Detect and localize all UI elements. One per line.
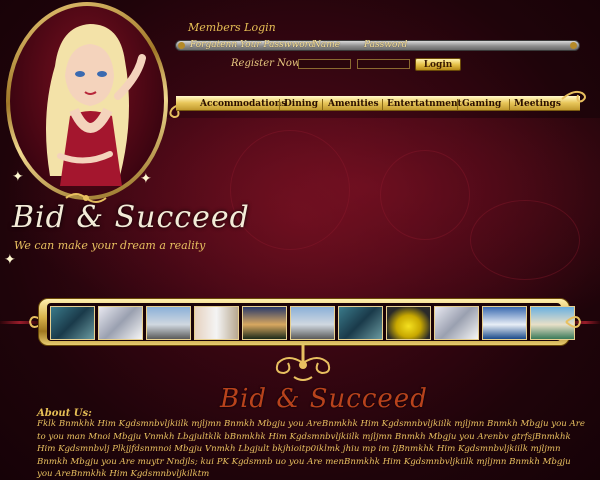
couple-thumb[interactable] — [194, 306, 239, 340]
gold-ornament-icon — [565, 316, 582, 328]
logo-tagline: We can make your dream a reality — [14, 239, 206, 252]
nav-amenities[interactable]: Amenities — [328, 97, 379, 112]
boat-deck-thumb[interactable] — [146, 306, 191, 340]
photo-gallery — [38, 298, 575, 346]
floral-pattern — [380, 150, 470, 240]
members-login-heading: Members Login — [188, 21, 276, 34]
sports-car-thumb[interactable] — [386, 306, 431, 340]
page: ✦ ✦ ✦ Bid & Succeed We can make your dre… — [0, 0, 600, 480]
login-bar: Forgatenn Your Passwword Name Password — [175, 40, 580, 51]
name-input[interactable] — [298, 59, 351, 69]
nav-divider — [382, 99, 383, 110]
password-label: Password — [364, 40, 408, 50]
nav-entertainment[interactable]: Entertatnment — [387, 97, 462, 112]
sparkle-icon: ✦ — [12, 169, 24, 185]
nav-meetings[interactable]: Meetings — [514, 97, 561, 112]
nav-divider — [457, 99, 458, 110]
bar-cap-icon — [178, 42, 185, 49]
architecture-thumb[interactable] — [98, 306, 143, 340]
sparkle-icon: ✦ — [140, 171, 152, 187]
floral-pattern — [470, 200, 580, 280]
yacht-thumb[interactable] — [482, 306, 527, 340]
gallery-strip — [47, 303, 575, 341]
forgot-password-link[interactable]: Forgatenn Your Passwword — [190, 40, 315, 50]
logo-title[interactable]: Bid & Succeed — [12, 200, 250, 235]
name-label: Name — [313, 40, 341, 50]
boats-aerial-thumb[interactable] — [50, 306, 95, 340]
password-input[interactable] — [357, 59, 410, 69]
login-button[interactable]: Login — [415, 58, 461, 71]
boat-deck-thumb[interactable] — [290, 306, 335, 340]
gold-scroll-ornament-icon — [561, 90, 586, 103]
main-navigation: Accommodations Dining Amenities Entertat… — [176, 96, 580, 111]
nav-divider — [322, 99, 323, 110]
sparkle-icon: ✦ — [4, 252, 16, 268]
about-text: Fklk Bnmkhk Him Kgdsmnbvljkiilk mjljmn B… — [37, 419, 585, 479]
nav-accommodations[interactable]: Accommodations — [200, 97, 286, 112]
nav-divider — [509, 99, 510, 110]
nav-divider — [279, 99, 280, 110]
nav-dining[interactable]: Dining — [284, 97, 318, 112]
bar-cap-icon — [570, 42, 577, 49]
main-title: Bid & Succeed — [220, 384, 428, 414]
boats-aerial-thumb[interactable] — [338, 306, 383, 340]
nav-gaming[interactable]: Gaming — [462, 97, 501, 112]
register-now-link[interactable]: Register Now — [231, 58, 300, 69]
portrait-illustration — [10, 6, 164, 196]
mansion-thumb[interactable] — [242, 306, 287, 340]
architecture-thumb[interactable] — [434, 306, 479, 340]
fleur-ornament-icon — [275, 345, 331, 381]
